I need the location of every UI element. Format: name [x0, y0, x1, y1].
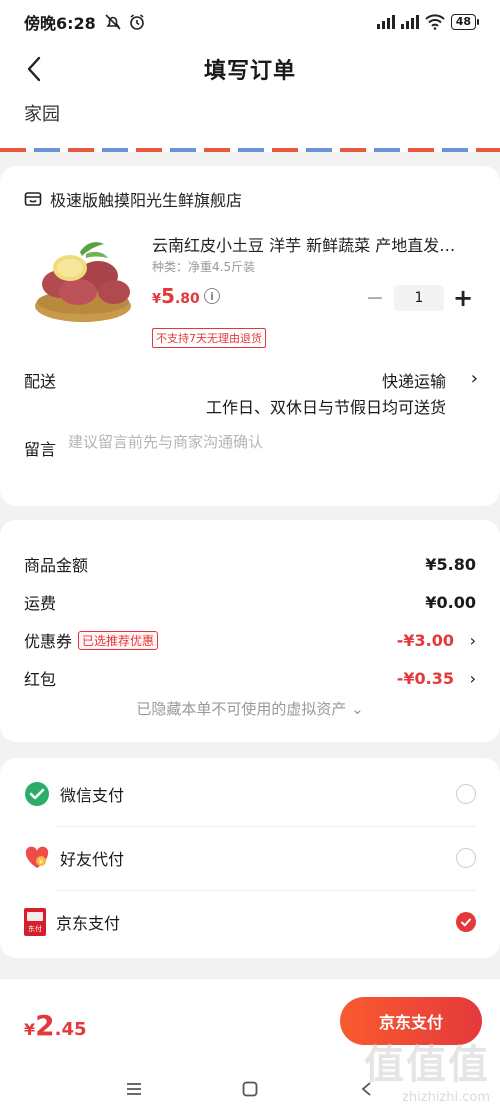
check-icon [461, 918, 471, 927]
product-title[interactable]: 云南红皮小土豆 洋芋 新鲜蔬菜 产地直发… [152, 232, 472, 256]
coupon-value: -¥3.00 [396, 630, 454, 650]
coupon-row[interactable]: 优惠券 已选推荐优惠 -¥3.00 › [24, 626, 476, 654]
pay-option-wechat[interactable]: 微信支付 [0, 762, 500, 826]
radio-unchecked[interactable] [456, 784, 476, 804]
product-row: 云南红皮小土豆 洋芋 新鲜蔬菜 产地直发… 种类：净重4.5斤装 ¥5.80 i… [0, 232, 500, 352]
wechat-pay-icon [25, 782, 49, 806]
watermark-url: zhizhizhi.com [402, 1090, 490, 1105]
address-text: 家园 [24, 104, 60, 125]
jd-pay-icon-text: 东付 [28, 924, 42, 933]
quantity-stepper: − 1 + [362, 284, 476, 312]
shop-row[interactable]: 极速版触摸阳光生鲜旗舰店 [0, 166, 500, 232]
order-total: ¥2.45 [24, 1009, 87, 1042]
coupon-label: 优惠券 [24, 632, 73, 651]
decrease-button[interactable]: − [362, 286, 388, 311]
signal-hd-icon [400, 15, 419, 29]
product-image[interactable] [28, 232, 138, 326]
memo-label: 留言 [24, 440, 57, 459]
payment-method-card: 微信支付 ¥ 好友代付 东付 京东支付 [0, 758, 500, 958]
pay-option-label: 好友代付 [60, 850, 125, 869]
price-info-icon[interactable]: i [204, 288, 220, 304]
svg-text:¥: ¥ [39, 858, 44, 866]
chevron-left-icon [27, 56, 41, 82]
signal-icon [376, 15, 395, 29]
shipping-label: 运费 [24, 594, 57, 613]
home-square-icon [242, 1081, 258, 1096]
red-packet-value: -¥0.35 [396, 668, 454, 688]
chevron-right-icon: › [470, 368, 478, 389]
menu-nav-button[interactable] [121, 1076, 147, 1102]
red-packet-label: 红包 [24, 670, 57, 689]
menu-icon [127, 1082, 141, 1095]
price-decimal: .80 [174, 291, 200, 307]
pay-option-jd[interactable]: 东付 京东支付 [0, 890, 500, 954]
goods-amount-value: ¥5.80 [425, 554, 476, 574]
battery-indicator: 48 [450, 14, 480, 30]
product-spec: 种类：净重4.5斤装 [152, 260, 256, 274]
watermark-logo: 值值值 [364, 1042, 490, 1088]
status-time: 傍晚6:28 [24, 14, 96, 33]
quantity-value[interactable]: 1 [394, 285, 444, 311]
pay-option-label: 京东支付 [56, 914, 121, 933]
order-item-card: 极速版触摸阳光生鲜旗舰店 云南红皮小土豆 洋芋 新鲜蔬菜 产地直发… 种类：净重… [0, 166, 500, 506]
pay-option-friend[interactable]: ¥ 好友代付 [0, 826, 500, 890]
friend-pay-heart-icon: ¥ [25, 846, 49, 868]
memo-row: 留言 [0, 428, 500, 478]
order-page: 傍晚6:28 48 填写订单 家园 极速版触摸阳光生鲜旗舰店 云南红皮小土豆 洋… [0, 0, 500, 1111]
increase-button[interactable]: + [450, 284, 476, 312]
product-price: ¥5.80 [152, 284, 200, 308]
goods-amount-row: 商品金额 ¥5.80 [24, 550, 476, 578]
red-packet-row[interactable]: 红包 -¥0.35 › [24, 664, 476, 692]
address-section[interactable]: 家园 [0, 94, 500, 152]
memo-input[interactable] [68, 434, 468, 451]
shop-name: 极速版触摸阳光生鲜旗舰店 [50, 191, 243, 210]
home-nav-button[interactable] [237, 1076, 263, 1102]
alarm-icon [130, 14, 144, 30]
page-header: 填写订单 [0, 44, 500, 94]
jd-pay-icon: 东付 [24, 908, 46, 936]
pay-option-label: 微信支付 [60, 786, 125, 805]
shop-icon [24, 192, 42, 206]
total-integer: 2 [35, 1009, 55, 1042]
total-currency: ¥ [24, 1020, 36, 1039]
delivery-label: 配送 [24, 372, 57, 391]
delivery-time: 工作日、双休日与节假日均可送货 [205, 398, 446, 417]
mute-bell-icon [105, 14, 121, 30]
price-integer: 5 [161, 284, 175, 308]
total-decimal: .45 [54, 1019, 87, 1040]
page-title: 填写订单 [203, 59, 296, 84]
shipping-value: ¥0.00 [425, 592, 476, 612]
delivery-row[interactable]: 配送 快递运输 › 工作日、双休日与节假日均可送货 [0, 352, 500, 428]
delivery-method: 快递运输 [381, 372, 446, 391]
chevron-right-icon: › [469, 630, 476, 650]
shipping-row: 运费 ¥0.00 [24, 588, 476, 616]
chevron-right-icon: › [469, 668, 476, 688]
return-policy-tag: 不支持7天无理由退货 [152, 328, 266, 348]
price-currency: ¥ [152, 292, 162, 307]
envelope-stripe [0, 148, 500, 152]
radio-checked[interactable] [456, 912, 476, 932]
wifi-icon [424, 14, 445, 30]
goods-amount-label: 商品金额 [24, 556, 89, 575]
radio-unchecked[interactable] [456, 848, 476, 868]
coupon-tag: 已选推荐优惠 [78, 630, 159, 650]
status-bar: 傍晚6:28 48 [0, 0, 500, 44]
watermark: 值值值 zhizhizhi.com [364, 1032, 490, 1105]
cost-summary-card: 商品金额 ¥5.80 运费 ¥0.00 优惠券 已选推荐优惠 -¥3.00 › … [0, 520, 500, 742]
back-button[interactable] [18, 52, 50, 86]
hidden-assets-toggle[interactable]: 已隐藏本单不可使用的虚拟资产 ⌄ [0, 698, 500, 719]
